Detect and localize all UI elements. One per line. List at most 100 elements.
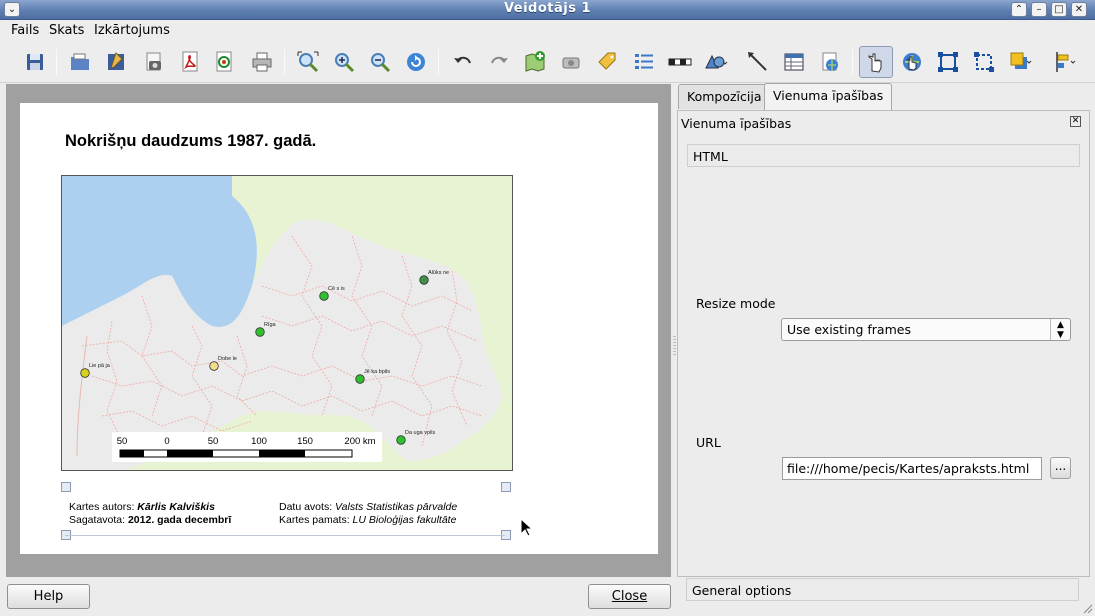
close-window-icon[interactable]: ✕ bbox=[1071, 2, 1087, 17]
open-template-icon[interactable] bbox=[66, 48, 94, 76]
export-svg-icon[interactable] bbox=[210, 48, 238, 76]
redo-icon[interactable] bbox=[485, 48, 513, 76]
city-label: Rīga bbox=[264, 322, 277, 328]
city-dot bbox=[80, 368, 90, 378]
add-legend-icon[interactable] bbox=[630, 48, 658, 76]
zoom-out-icon[interactable] bbox=[366, 48, 394, 76]
add-scalebar-icon[interactable] bbox=[666, 48, 694, 76]
city-dot bbox=[209, 361, 219, 371]
city-marker: Lie pā ja bbox=[80, 363, 111, 378]
export-pdf-icon[interactable] bbox=[176, 48, 204, 76]
zoom-full-icon[interactable] bbox=[294, 48, 322, 76]
author-line[interactable]: Kartes autors: Kārlis Kalviškis bbox=[69, 501, 215, 513]
menu-layout[interactable]: Izkārtojums bbox=[94, 23, 170, 38]
ungroup-icon[interactable] bbox=[970, 48, 998, 76]
move-content-icon[interactable] bbox=[898, 48, 926, 76]
author-label: Kartes autors: bbox=[69, 501, 135, 513]
scalebar: 50 0 50 100 150 200 km bbox=[112, 432, 382, 462]
close-button[interactable]: Close bbox=[588, 584, 671, 609]
city-label: Da uga vpils bbox=[405, 430, 436, 436]
add-label-icon[interactable] bbox=[593, 48, 621, 76]
city-marker: Rīga bbox=[255, 322, 277, 337]
base-value: LU Bioloģijas fakultāte bbox=[352, 514, 457, 526]
toolbar bbox=[0, 41, 1095, 83]
undo-icon[interactable] bbox=[449, 48, 477, 76]
map-item[interactable]: Alūks ne Cē s is Rīga Lie pā ja Dobe le Jē ka… bbox=[61, 175, 513, 471]
add-html-icon[interactable] bbox=[816, 48, 844, 76]
prepared-line[interactable]: Sagatavota: 2012. gada decembrī bbox=[69, 514, 231, 526]
add-table-icon[interactable] bbox=[780, 48, 808, 76]
source-value: Valsts Statistikas pārvalde bbox=[335, 501, 458, 513]
city-dot bbox=[355, 374, 365, 384]
select-arrows-icon: ▲ ▼ bbox=[1050, 319, 1070, 340]
map-title-label[interactable]: Nokrišņu daudzums 1987. gadā. bbox=[65, 132, 316, 151]
city-dot bbox=[396, 435, 406, 445]
align-icon[interactable] bbox=[1050, 48, 1078, 76]
refresh-icon[interactable] bbox=[402, 48, 430, 76]
composer-window: ⌄ Veidotājs 1 ⌃ – □ ✕ Fails Skats Izkārt… bbox=[0, 0, 1095, 616]
scalebar-label: 50 bbox=[117, 436, 128, 447]
export-image-icon[interactable] bbox=[140, 48, 168, 76]
html-section-header[interactable]: HTML bbox=[687, 144, 1080, 167]
menu-view[interactable]: Skats bbox=[49, 23, 84, 38]
zoom-in-icon[interactable] bbox=[330, 48, 358, 76]
scalebar-label: 100 bbox=[251, 436, 267, 447]
item-properties-heading: Vienuma īpašības bbox=[681, 116, 792, 131]
url-label: URL bbox=[696, 435, 721, 450]
menu-bar: Fails Skats Izkārtojums bbox=[0, 20, 1095, 41]
selection-edge bbox=[65, 535, 505, 536]
city-marker: Da uga vpils bbox=[396, 430, 436, 445]
prepared-value: 2012. gada decembrī bbox=[127, 514, 232, 526]
source-label: Datu avots: bbox=[279, 501, 333, 513]
mouse-cursor-icon bbox=[520, 518, 534, 537]
tab-composition[interactable]: Kompozīcija bbox=[678, 84, 771, 109]
paper-page[interactable]: Nokrišņu daudzums 1987. gadā. Alūks ne C… bbox=[20, 103, 658, 554]
scalebar-label: 200 km bbox=[344, 436, 375, 447]
url-input[interactable]: file:///home/pecis/Kartes/apraksts.html bbox=[782, 457, 1042, 480]
title-bar[interactable]: ⌄ Veidotājs 1 ⌃ – □ ✕ bbox=[0, 0, 1095, 20]
base-line[interactable]: Kartes pamats: LU Bioloģijas fakultāte bbox=[279, 514, 456, 526]
panel-body: Vienuma īpašības ✕ HTML Resize mode Use … bbox=[677, 110, 1090, 586]
print-icon[interactable] bbox=[248, 48, 276, 76]
city-marker: Dobe le bbox=[209, 356, 237, 371]
save-icon[interactable] bbox=[21, 48, 49, 76]
city-dot bbox=[255, 327, 265, 337]
selection-handle[interactable] bbox=[501, 482, 511, 492]
tab-item-properties[interactable]: Vienuma īpašības bbox=[764, 83, 893, 110]
shade-icon[interactable]: ⌃ bbox=[1011, 2, 1027, 17]
city-dot bbox=[419, 275, 429, 285]
prepared-label: Sagatavota: bbox=[69, 514, 126, 526]
map-overlay: Alūks ne Cē s is Rīga Lie pā ja Dobe le Jē ka… bbox=[80, 270, 449, 462]
panel-splitter[interactable] bbox=[673, 336, 676, 356]
help-button[interactable]: Help bbox=[7, 584, 90, 609]
general-options-header[interactable]: General options bbox=[686, 578, 1079, 601]
city-label: Cē s is bbox=[328, 286, 345, 292]
composition-canvas[interactable]: Nokrišņu daudzums 1987. gadā. Alūks ne C… bbox=[6, 84, 671, 577]
raise-icon[interactable] bbox=[1006, 48, 1034, 76]
select-move-icon[interactable] bbox=[859, 46, 893, 78]
minimize-icon[interactable]: – bbox=[1031, 2, 1047, 17]
add-shape-icon[interactable] bbox=[702, 48, 730, 76]
scalebar-label: 50 bbox=[208, 436, 219, 447]
save-template-icon[interactable] bbox=[102, 48, 130, 76]
scalebar-label: 150 bbox=[297, 436, 313, 447]
group-icon[interactable] bbox=[934, 48, 962, 76]
selection-handle[interactable] bbox=[61, 482, 71, 492]
add-image-icon[interactable] bbox=[557, 48, 585, 76]
city-marker: Alūks ne bbox=[419, 270, 449, 285]
source-line[interactable]: Datu avots: Valsts Statistikas pārvalde bbox=[279, 501, 457, 513]
browse-button[interactable]: ... bbox=[1050, 457, 1071, 479]
scalebar-segment bbox=[120, 450, 144, 457]
window-title: Veidotājs 1 bbox=[503, 1, 592, 16]
resize-mode-select[interactable]: Use existing frames ▲ ▼ bbox=[781, 318, 1071, 341]
maximize-icon[interactable]: □ bbox=[1051, 2, 1067, 17]
add-arrow-icon[interactable] bbox=[744, 48, 772, 76]
resize-mode-label: Resize mode bbox=[696, 296, 776, 311]
add-map-icon[interactable] bbox=[521, 48, 549, 76]
close-dock-icon[interactable]: ✕ bbox=[1070, 116, 1081, 127]
resize-grip-icon[interactable] bbox=[1081, 602, 1093, 614]
menu-file[interactable]: Fails bbox=[11, 23, 39, 38]
city-marker: Jē ka bpils bbox=[355, 369, 390, 384]
base-label: Kartes pamats: bbox=[279, 514, 350, 526]
resize-mode-value: Use existing frames bbox=[787, 322, 911, 337]
